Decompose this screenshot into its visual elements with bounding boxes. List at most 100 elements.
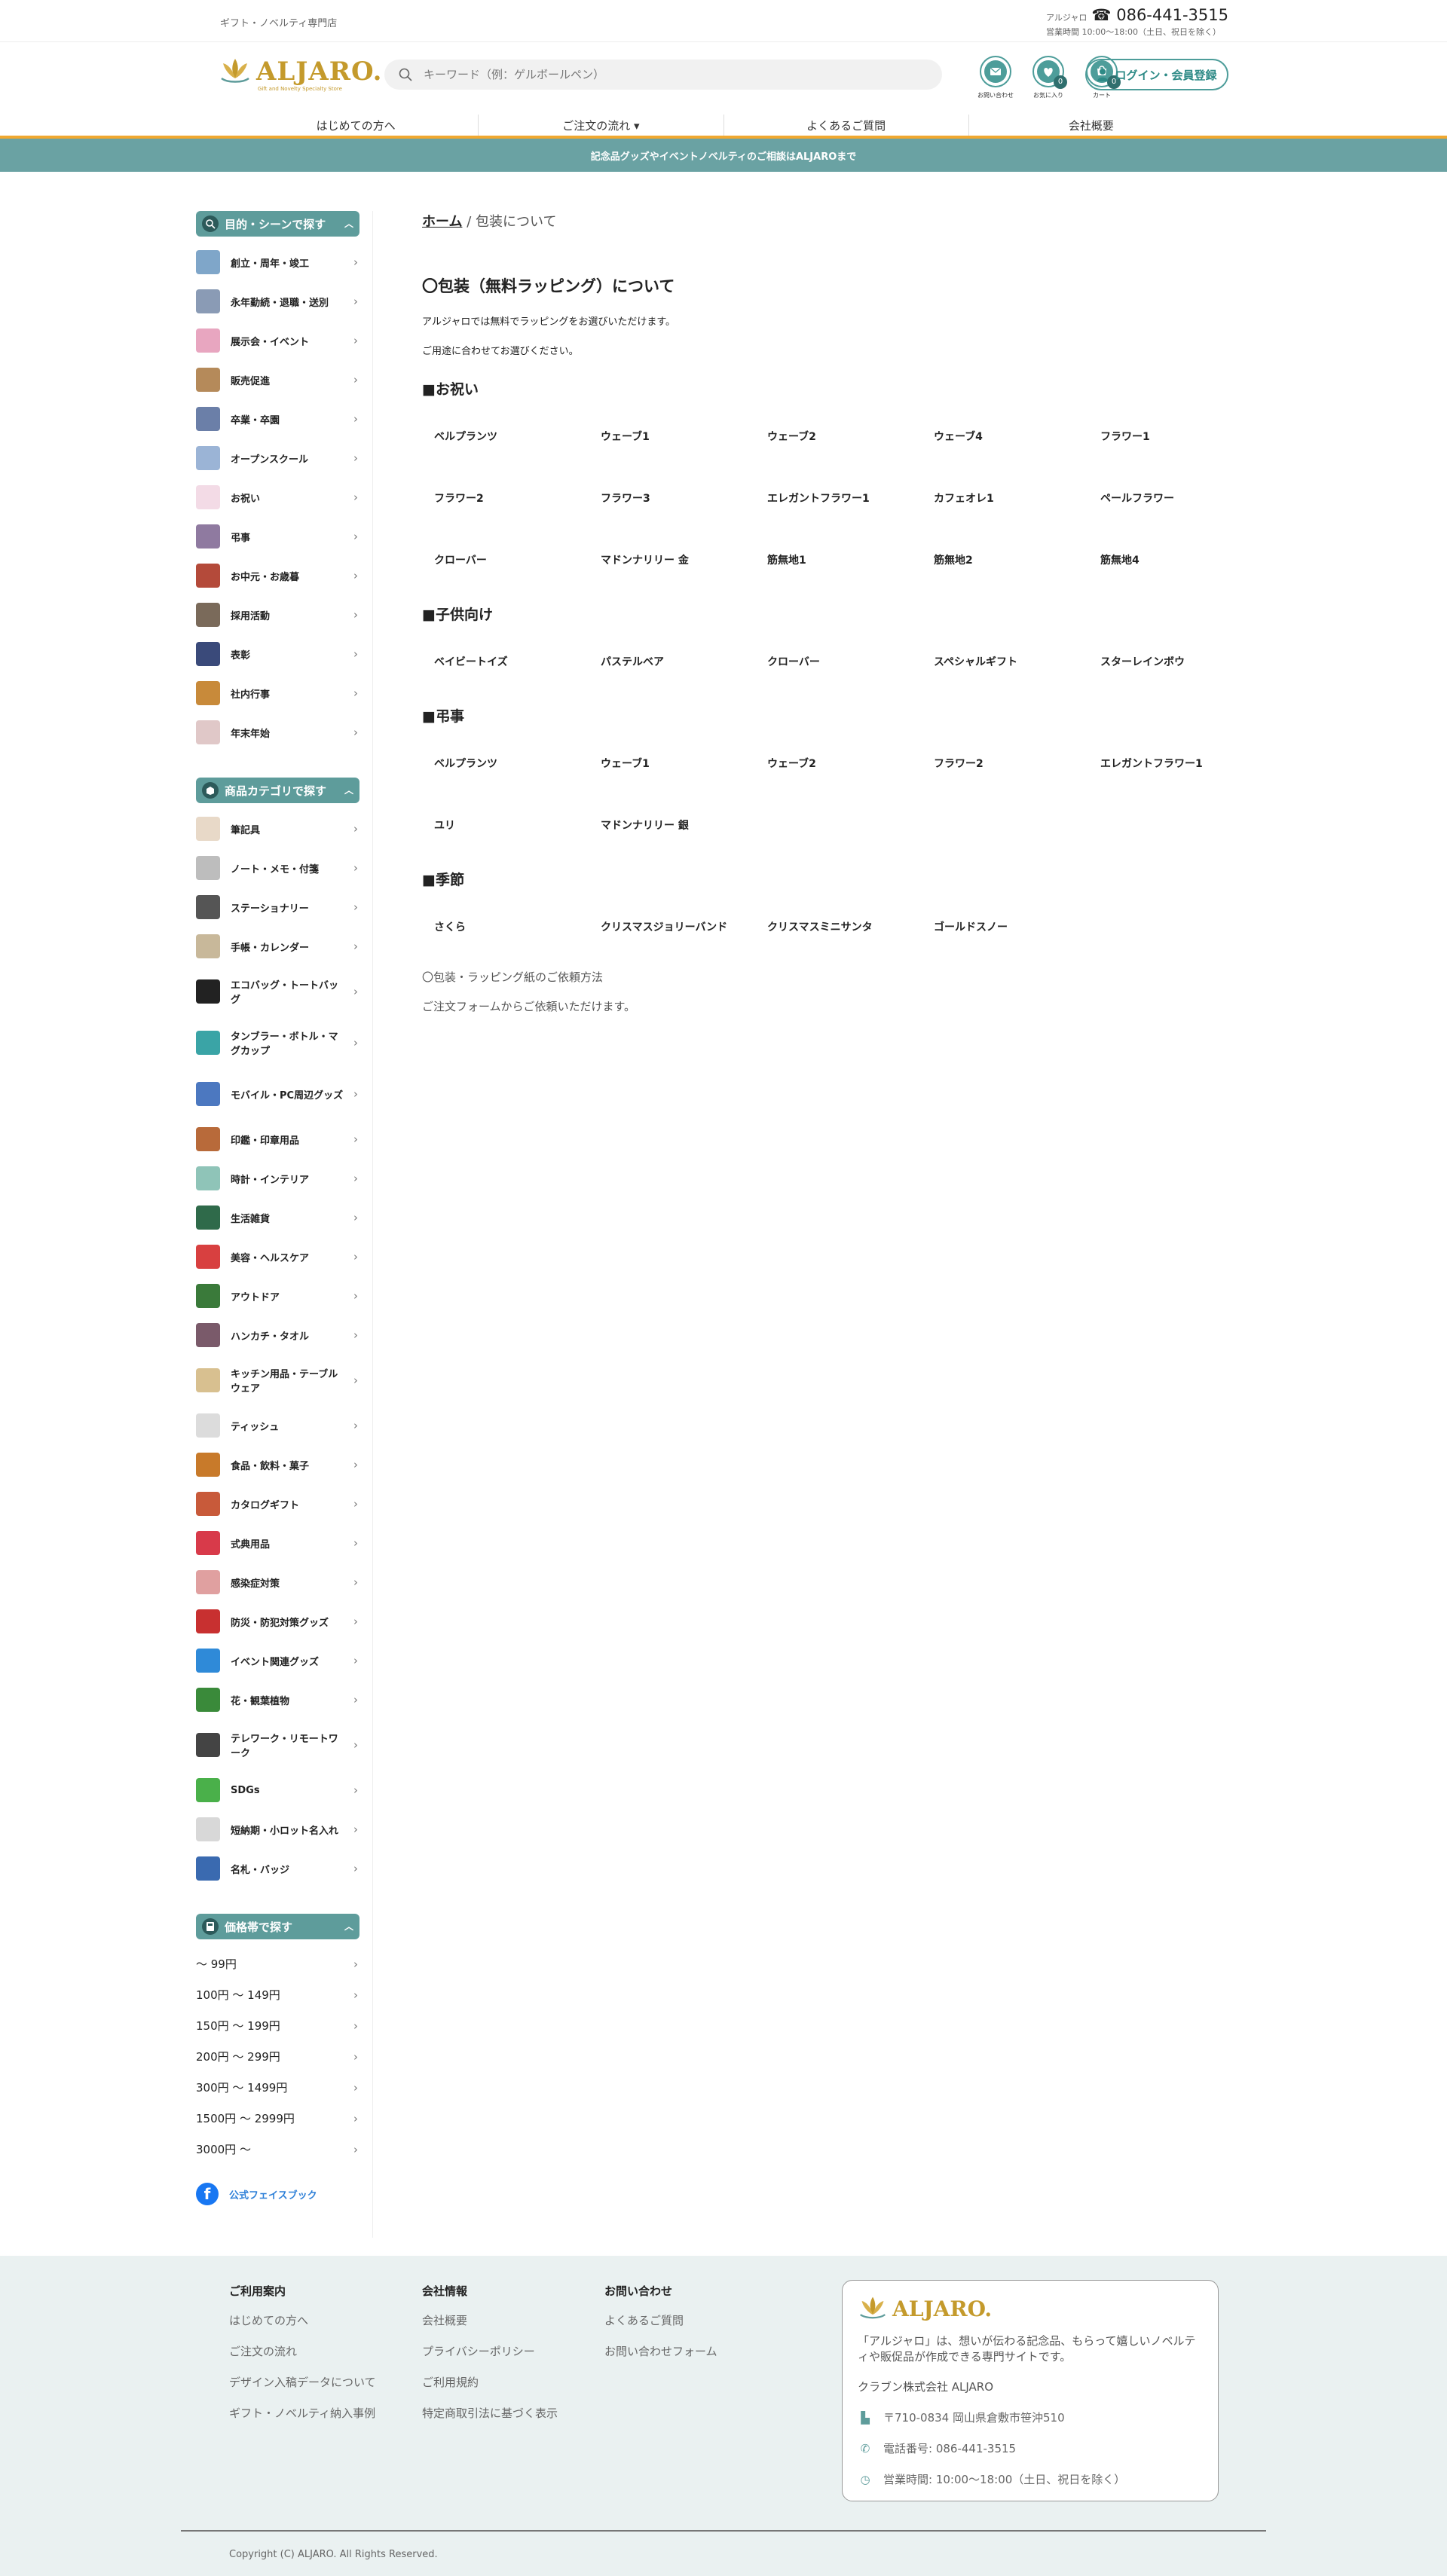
sidebar-scene-item[interactable]: 表彰 › xyxy=(196,634,359,674)
sidebar-category-item[interactable]: イベント関連グッズ › xyxy=(196,1641,359,1680)
sidebar-price-item[interactable]: 〜 99円 › xyxy=(196,1948,359,1979)
wrapping-option[interactable]: エレガントフラワー1 xyxy=(1088,756,1255,772)
wrapping-option[interactable]: ペールフラワー xyxy=(1088,490,1255,507)
wrapping-option[interactable]: ウェーブ2 xyxy=(755,756,922,772)
wrapping-option[interactable]: カフェオレ1 xyxy=(922,490,1088,507)
sidebar-price-item[interactable]: 150円 〜 199円 › xyxy=(196,2010,359,2041)
wrapping-option[interactable]: エレガントフラワー1 xyxy=(755,490,922,507)
sidebar-category-item[interactable]: 印鑑・印章用品 › xyxy=(196,1120,359,1159)
sidebar-category-item[interactable]: キッチン用品・テーブルウェア › xyxy=(196,1355,359,1406)
sidebar-scene-item[interactable]: お祝い › xyxy=(196,478,359,517)
nav-order-flow[interactable]: ご注文の流れ ▾ xyxy=(479,115,724,136)
footer-link[interactable]: はじめての方へ xyxy=(229,2312,376,2343)
sidebar-category-item[interactable]: 時計・インテリア › xyxy=(196,1159,359,1198)
footer-link[interactable]: よくあるご質問 xyxy=(604,2312,717,2343)
sidebar-category-item[interactable]: 防災・防犯対策グッズ › xyxy=(196,1602,359,1641)
wrapping-option[interactable]: クローバー xyxy=(755,654,922,671)
sidebar-category-item[interactable]: テレワーク・リモートワーク › xyxy=(196,1719,359,1771)
footer-link[interactable]: ご利用規約 xyxy=(422,2374,558,2405)
wrapping-option[interactable]: ウェーブ1 xyxy=(589,429,755,445)
wrapping-option[interactable]: ベイビートイズ xyxy=(422,654,589,671)
sidebar-scene-item[interactable]: オープンスクール › xyxy=(196,439,359,478)
phone-number[interactable]: ☎ 086-441-3515 xyxy=(1091,6,1228,24)
wrapping-option[interactable]: 筋無地4 xyxy=(1088,552,1255,569)
contact-button[interactable]: お問い合わせ xyxy=(976,56,1015,99)
wrapping-option[interactable]: フラワー3 xyxy=(589,490,755,507)
sidebar-category-item[interactable]: 式典用品 › xyxy=(196,1523,359,1563)
sidebar-scene-item[interactable]: 卒業・卒園 › xyxy=(196,399,359,439)
favorites-button[interactable]: 0 お気に入り xyxy=(1029,56,1068,99)
nav-first-time[interactable]: はじめての方へ xyxy=(234,115,479,136)
wrapping-option[interactable]: クローバー xyxy=(422,552,589,569)
footer-link[interactable]: ご注文の流れ xyxy=(229,2343,376,2374)
sidebar-category-item[interactable]: タンブラー・ボトル・マグカップ › xyxy=(196,1017,359,1068)
sidebar-category-item[interactable]: エコバッグ・トートバッグ › xyxy=(196,966,359,1017)
wrapping-option[interactable]: 筋無地1 xyxy=(755,552,922,569)
sidebar-scene-item[interactable]: 年末年始 › xyxy=(196,713,359,752)
sidebar-category-item[interactable]: ステーショナリー › xyxy=(196,888,359,927)
footer-link[interactable]: 会社概要 xyxy=(422,2312,558,2343)
sidebar-category-item[interactable]: 生活雑貨 › xyxy=(196,1198,359,1237)
wrapping-option[interactable]: フラワー1 xyxy=(1088,429,1255,445)
sidebar-category-item[interactable]: アウトドア › xyxy=(196,1276,359,1316)
price-section-header[interactable]: 価格帯で探す ︿ xyxy=(196,1914,359,1939)
nav-company[interactable]: 会社概要 xyxy=(969,115,1213,136)
wrapping-option[interactable]: マドンナリリー 金 xyxy=(589,552,755,569)
sidebar-category-item[interactable]: 花・観葉植物 › xyxy=(196,1680,359,1719)
sidebar-category-item[interactable]: 感染症対策 › xyxy=(196,1563,359,1602)
wrapping-option[interactable]: ベルプランツ xyxy=(422,429,589,445)
footer-link[interactable]: 特定商取引法に基づく表示 xyxy=(422,2405,558,2436)
sidebar-price-item[interactable]: 1500円 〜 2999円 › xyxy=(196,2103,359,2134)
sidebar-category-item[interactable]: 短納期・小ロット名入れ › xyxy=(196,1810,359,1849)
footer-link[interactable]: デザイン入稿データについて xyxy=(229,2374,376,2405)
wrapping-option[interactable]: さくら xyxy=(422,919,589,936)
sidebar-price-item[interactable]: 200円 〜 299円 › xyxy=(196,2041,359,2072)
sidebar-scene-item[interactable]: 創立・周年・竣工 › xyxy=(196,243,359,282)
wrapping-option[interactable]: ウェーブ1 xyxy=(589,756,755,772)
sidebar-category-item[interactable]: カタログギフト › xyxy=(196,1484,359,1523)
nav-faq[interactable]: よくあるご質問 xyxy=(724,115,969,136)
sidebar-category-item[interactable]: 筆記具 › xyxy=(196,809,359,848)
wrapping-option[interactable]: ゴールドスノー xyxy=(922,919,1088,936)
sidebar-scene-item[interactable]: お中元・お歳暮 › xyxy=(196,556,359,595)
wrapping-option[interactable]: ウェーブ2 xyxy=(755,429,922,445)
search-icon[interactable] xyxy=(398,67,413,82)
wrapping-option[interactable]: ユリ xyxy=(422,817,589,834)
sidebar-category-item[interactable]: モバイル・PC周辺グッズ › xyxy=(196,1068,359,1120)
sidebar-scene-item[interactable]: 弔事 › xyxy=(196,517,359,556)
wrapping-option[interactable]: マドンナリリー 銀 xyxy=(589,817,755,834)
sidebar-scene-item[interactable]: 永年勤続・退職・送別 › xyxy=(196,282,359,321)
sidebar-category-item[interactable]: ティッシュ › xyxy=(196,1406,359,1445)
wrapping-option[interactable]: フラワー2 xyxy=(422,490,589,507)
facebook-link[interactable]: f 公式フェイスブック xyxy=(196,2183,372,2205)
sidebar-category-item[interactable]: ハンカチ・タオル › xyxy=(196,1316,359,1355)
sidebar-category-item[interactable]: 美容・ヘルスケア › xyxy=(196,1237,359,1276)
wrapping-option[interactable]: スペシャルギフト xyxy=(922,654,1088,671)
sidebar-category-item[interactable]: ノート・メモ・付箋 › xyxy=(196,848,359,888)
scene-section-header[interactable]: 目的・シーンで探す ︿ xyxy=(196,211,359,237)
sidebar-scene-item[interactable]: 展示会・イベント › xyxy=(196,321,359,360)
wrapping-option[interactable]: 筋無地2 xyxy=(922,552,1088,569)
sidebar-scene-item[interactable]: 販売促進 › xyxy=(196,360,359,399)
sidebar-category-item[interactable]: SDGs › xyxy=(196,1771,359,1810)
footer-link[interactable]: プライバシーポリシー xyxy=(422,2343,558,2374)
wrapping-option[interactable]: ウェーブ4 xyxy=(922,429,1088,445)
category-section-header[interactable]: 商品カテゴリで探す ︿ xyxy=(196,778,359,803)
footer-link[interactable]: お問い合わせフォーム xyxy=(604,2343,717,2374)
wrapping-option[interactable]: クリスマスジョリーバンド xyxy=(589,919,755,936)
wrapping-option[interactable]: クリスマスミニサンタ xyxy=(755,919,922,936)
wrapping-option[interactable]: フラワー2 xyxy=(922,756,1088,772)
sidebar-scene-item[interactable]: 社内行事 › xyxy=(196,674,359,713)
site-logo[interactable]: ALJARO. Gift and Novelty Specialty Store xyxy=(219,56,382,92)
wrapping-option[interactable]: パステルベア xyxy=(589,654,755,671)
sidebar-category-item[interactable]: 食品・飲料・菓子 › xyxy=(196,1445,359,1484)
sidebar-price-item[interactable]: 300円 〜 1499円 › xyxy=(196,2072,359,2103)
sidebar-category-item[interactable]: 手帳・カレンダー › xyxy=(196,927,359,966)
breadcrumb-home[interactable]: ホーム xyxy=(422,214,462,230)
footer-link[interactable]: ギフト・ノベルティ納入事例 xyxy=(229,2405,376,2436)
sidebar-price-item[interactable]: 100円 〜 149円 › xyxy=(196,1979,359,2010)
login-register-button[interactable]: ログイン・会員登録 xyxy=(1085,59,1228,90)
promo-banner[interactable]: 記念品グッズやイベントノベルティのご相談はALJAROまで xyxy=(0,139,1447,172)
wrapping-option[interactable]: スターレインボウ xyxy=(1088,654,1255,671)
sidebar-scene-item[interactable]: 採用活動 › xyxy=(196,595,359,634)
